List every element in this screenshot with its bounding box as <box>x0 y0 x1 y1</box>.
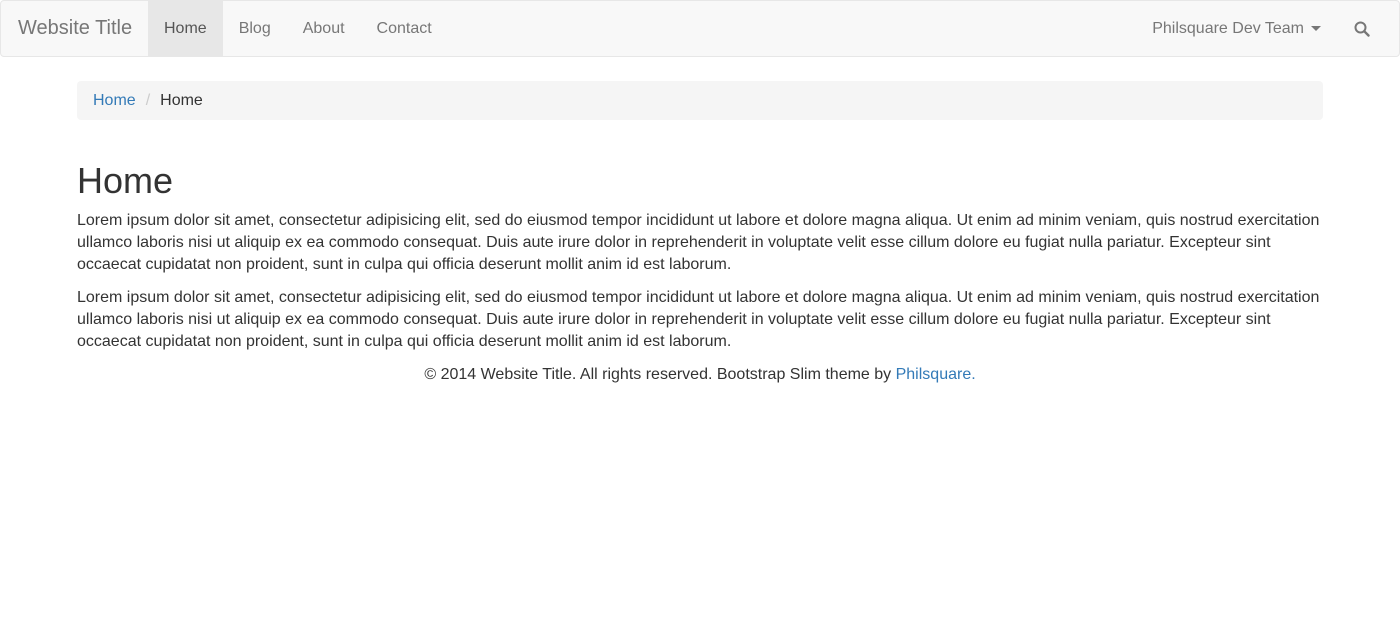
nav-item-home[interactable]: Home <box>148 1 223 56</box>
team-dropdown[interactable]: Philsquare Dev Team <box>1136 1 1337 56</box>
breadcrumb-separator: / <box>145 91 151 109</box>
body-paragraph: Lorem ipsum dolor sit amet, consectetur … <box>77 289 1320 350</box>
page-title: Home <box>77 160 174 201</box>
breadcrumb: Home / Home <box>77 81 1323 120</box>
caret-down-icon <box>1311 26 1321 31</box>
search-icon <box>1354 21 1370 37</box>
breadcrumb-link-home[interactable]: Home <box>93 92 136 110</box>
nav-item-about[interactable]: About <box>287 1 361 56</box>
main-content: Home Lorem ipsum dolor sit amet, consect… <box>77 160 1323 364</box>
team-dropdown-label: Philsquare Dev Team <box>1152 20 1304 37</box>
main-nav: Home Blog About Contact <box>148 1 448 56</box>
breadcrumb-current: Home <box>160 91 203 109</box>
footer: © 2014 Website Title. All rights reserve… <box>0 364 1400 386</box>
brand-link[interactable]: Website Title <box>18 1 132 56</box>
search-button[interactable] <box>1337 1 1387 56</box>
nav-item-blog[interactable]: Blog <box>223 1 287 56</box>
nav-right: Philsquare Dev Team <box>1136 1 1387 56</box>
nav-item-contact[interactable]: Contact <box>361 1 448 56</box>
navbar: Website Title Home Blog About Contact Ph… <box>0 0 1400 57</box>
footer-text: © 2014 Website Title. All rights reserve… <box>424 366 896 383</box>
footer-link-philsquare[interactable]: Philsquare. <box>896 366 976 383</box>
body-paragraph: Lorem ipsum dolor sit amet, consectetur … <box>77 212 1320 273</box>
